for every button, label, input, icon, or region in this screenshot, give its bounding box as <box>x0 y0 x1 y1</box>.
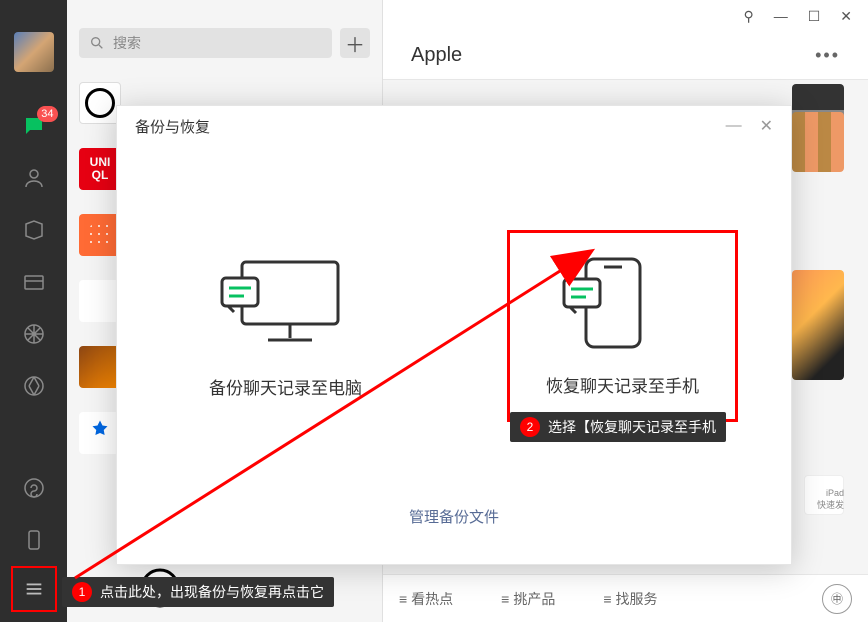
nav-files-icon[interactable] <box>20 268 48 296</box>
search-input[interactable]: 搜索 <box>79 28 332 58</box>
backup-option-label: 备份聊天记录至电脑 <box>209 374 362 399</box>
backup-restore-dialog: 备份与恢复 — ✕ 备份聊天记录至电脑 <box>116 105 792 565</box>
annotation-step2: 2 选择【恢复聊天记录至手机 <box>510 412 726 442</box>
annotation-text: 选择【恢复聊天记录至手机 <box>548 417 716 437</box>
phone-icon <box>546 255 666 351</box>
pin-icon[interactable]: ⚲ <box>743 8 753 25</box>
search-placeholder: 搜索 <box>113 33 141 53</box>
dialog-minimize-icon[interactable]: — <box>726 117 742 135</box>
message-image-thumb[interactable] <box>792 270 844 380</box>
message-image-thumb[interactable] <box>792 112 844 172</box>
message-caption: iPad快速发 <box>817 488 844 511</box>
dialog-close-icon[interactable]: ✕ <box>760 116 773 136</box>
dialog-titlebar: 备份与恢复 — ✕ <box>117 106 791 146</box>
annotation-number: 1 <box>72 582 92 602</box>
ime-toggle-icon[interactable]: ㊥ <box>822 584 852 614</box>
bottom-tabs: ≡ 看热点 ≡ 挑产品 ≡ 找服务 ㊥ <box>383 574 868 622</box>
add-button[interactable]: ＋ <box>340 28 370 58</box>
annotation-step1: 1 点击此处，出现备份与恢复再点击它 <box>62 577 334 607</box>
dialog-title: 备份与恢复 <box>135 116 210 137</box>
tab-services[interactable]: ≡ 找服务 <box>603 589 657 609</box>
nav-phone-icon[interactable] <box>20 526 48 554</box>
annotation-number: 2 <box>520 417 540 437</box>
conversation-avatar <box>79 214 121 256</box>
chat-unread-badge: 34 <box>37 106 57 122</box>
chat-title: Apple <box>411 44 462 67</box>
left-sidebar: 34 <box>0 0 67 622</box>
nav-aperture-icon[interactable] <box>20 372 48 400</box>
chat-header: Apple ••• <box>383 32 868 80</box>
restore-to-phone-option[interactable]: 恢复聊天记录至手机 <box>454 230 791 422</box>
manage-backup-files-link[interactable]: 管理备份文件 <box>117 506 791 527</box>
nav-miniprogram-icon[interactable] <box>20 474 48 502</box>
close-icon[interactable]: ✕ <box>840 8 852 25</box>
computer-icon <box>216 254 356 350</box>
nav-chat-icon[interactable]: 34 <box>20 112 48 140</box>
tab-hot[interactable]: ≡ 看热点 <box>399 589 453 609</box>
annotation-text: 点击此处，出现备份与恢复再点击它 <box>100 582 324 602</box>
maximize-icon[interactable]: ☐ <box>808 8 821 25</box>
conversation-avatar: UNIQL <box>79 148 121 190</box>
minimize-icon[interactable]: — <box>774 8 788 24</box>
tab-products[interactable]: ≡ 挑产品 <box>501 589 555 609</box>
nav-moments-icon[interactable] <box>20 320 48 348</box>
menu-button[interactable] <box>11 566 57 612</box>
nav-contacts-icon[interactable] <box>20 164 48 192</box>
user-avatar[interactable] <box>14 32 54 72</box>
conversation-avatar <box>79 412 121 454</box>
conversation-avatar <box>79 346 121 388</box>
search-row: 搜索 ＋ <box>67 0 382 70</box>
dialog-body: 备份聊天记录至电脑 恢复聊天记录至手机 <box>117 146 791 506</box>
restore-option-label: 恢复聊天记录至手机 <box>546 372 699 397</box>
window-titlebar: ⚲ — ☐ ✕ <box>383 0 868 32</box>
conversation-avatar <box>79 280 121 322</box>
backup-to-pc-option[interactable]: 备份聊天记录至电脑 <box>117 254 454 399</box>
conversation-avatar <box>79 82 121 124</box>
nav-favorites-icon[interactable] <box>20 216 48 244</box>
chat-more-icon[interactable]: ••• <box>815 45 840 66</box>
